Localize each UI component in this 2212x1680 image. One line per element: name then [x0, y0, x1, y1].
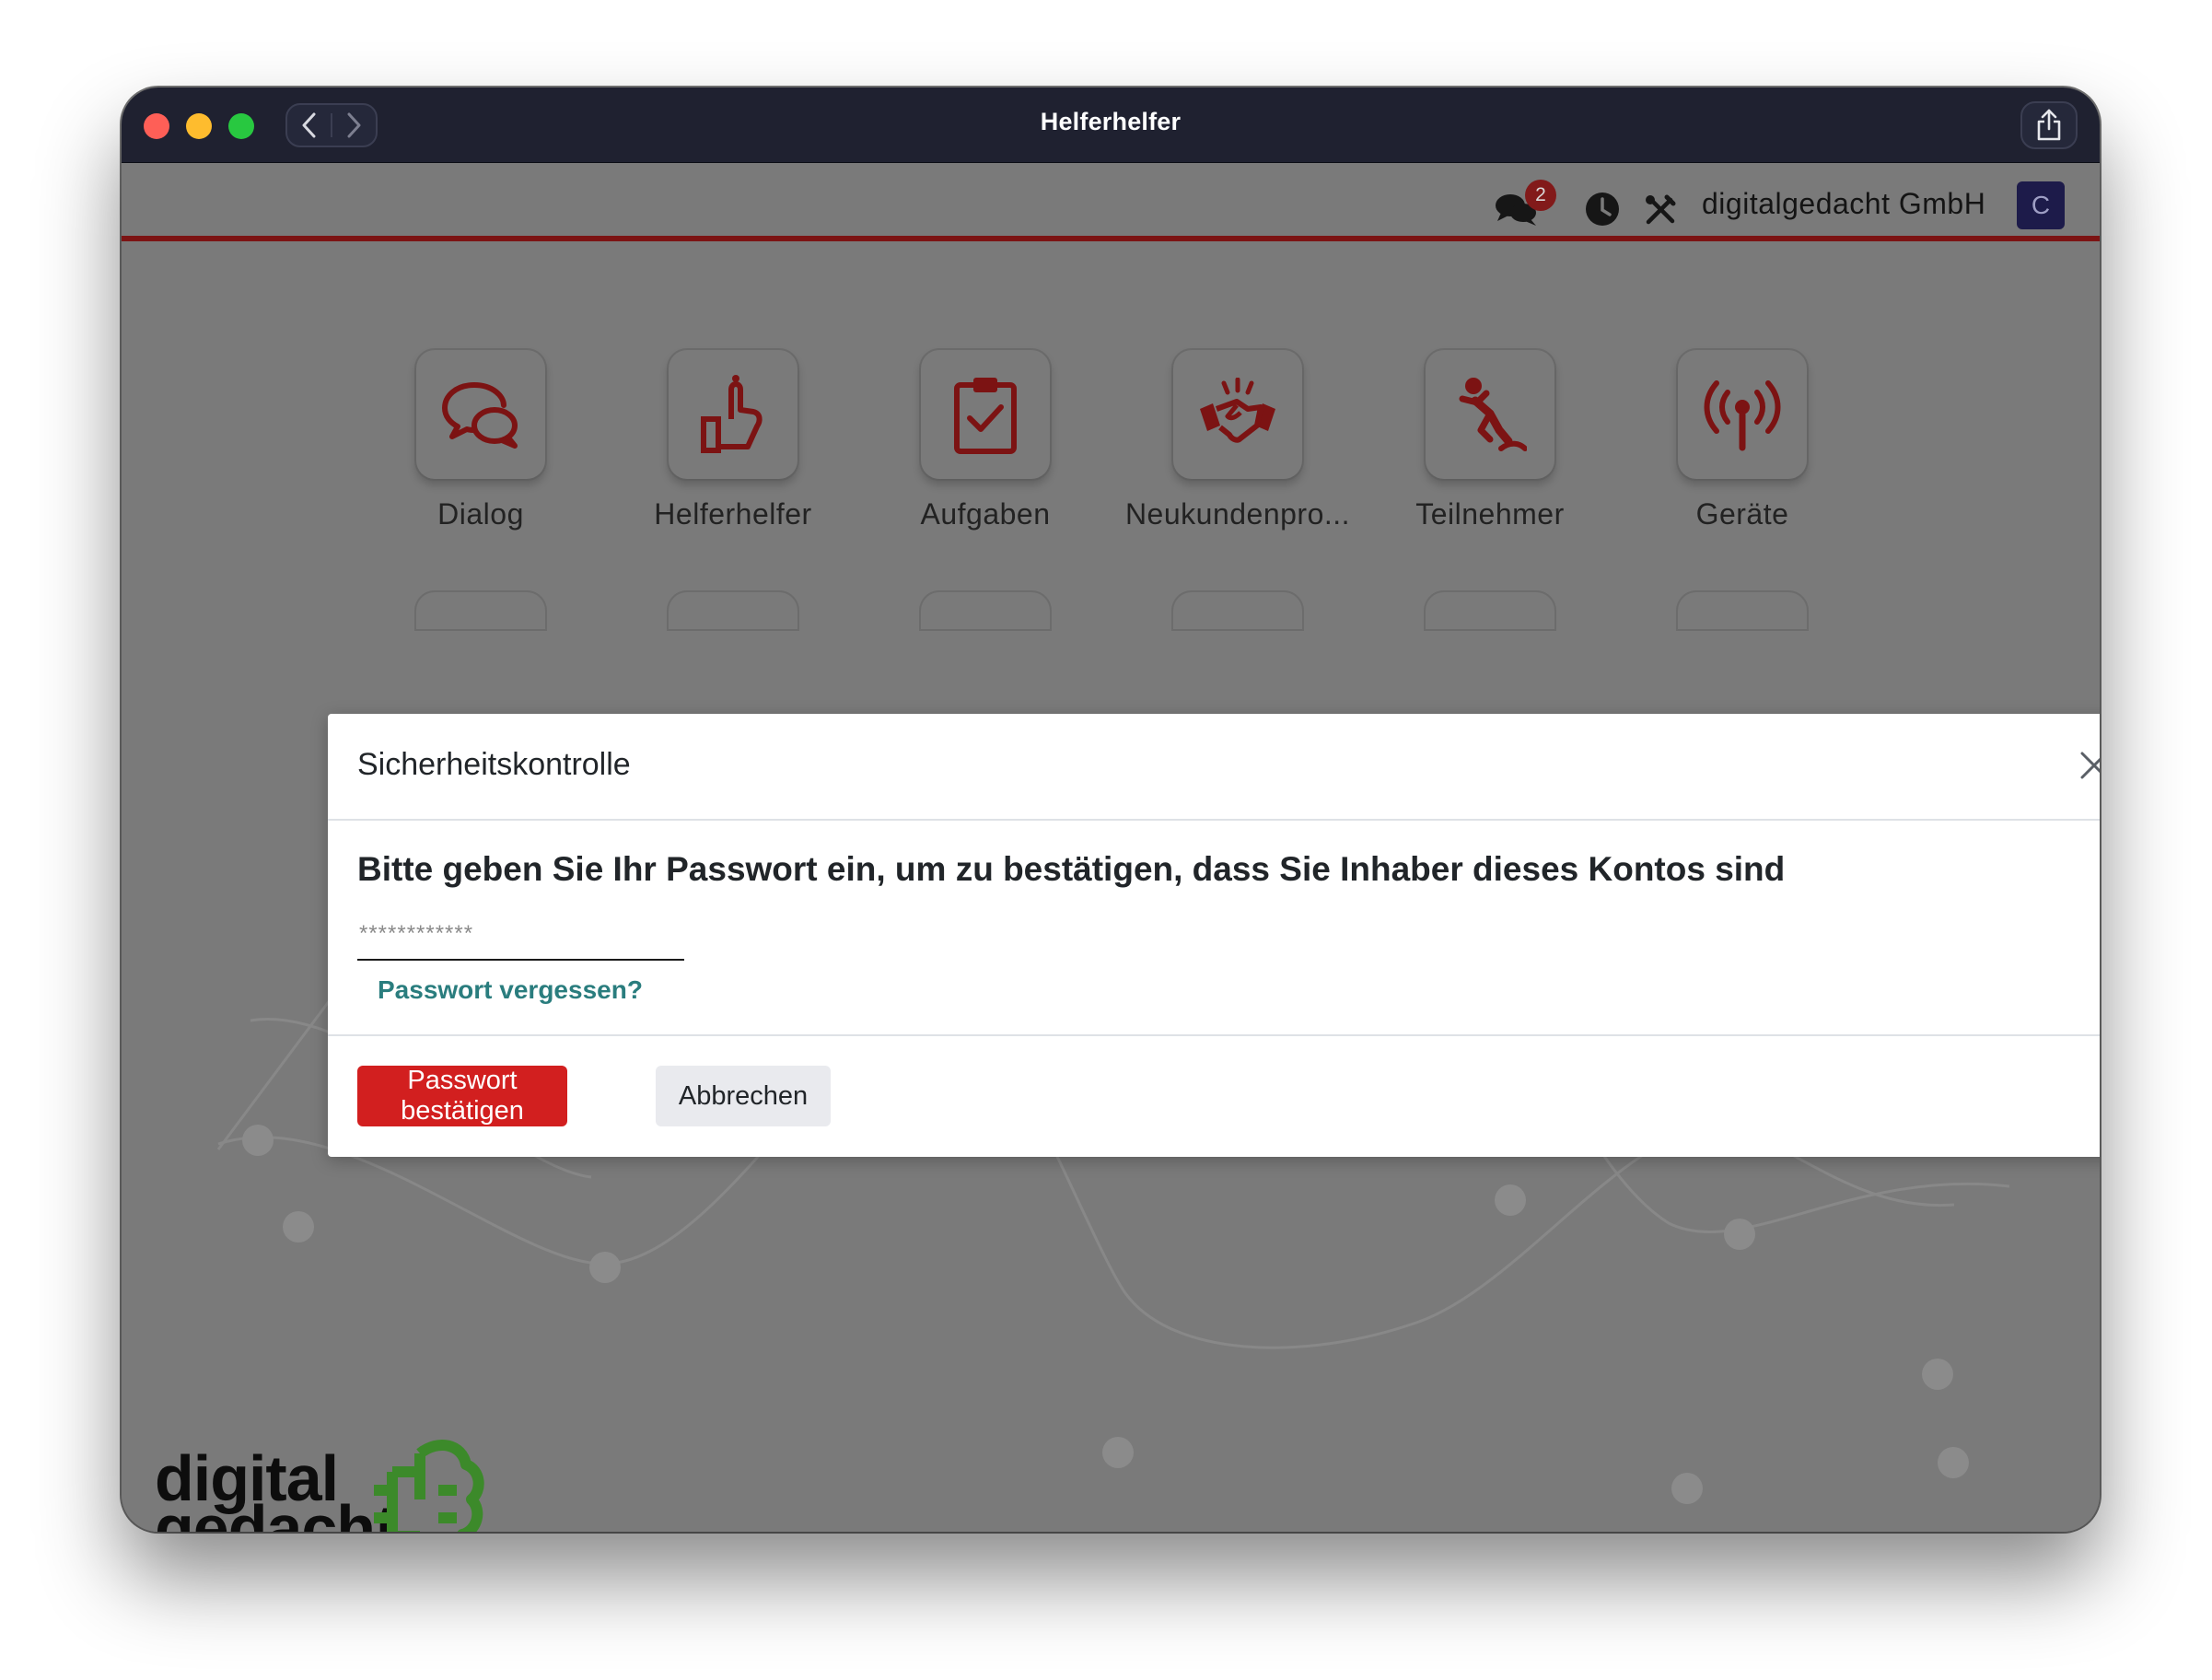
clipboard-check-icon [954, 378, 1017, 454]
company-name[interactable]: digitalgedacht GmbH [1702, 187, 1985, 221]
user-avatar[interactable]: C [2017, 181, 2065, 229]
app-tile-helferhelfer[interactable]: Helferhelfer [606, 350, 860, 531]
forgot-password-link[interactable]: Passwort vergessen? [378, 975, 643, 1005]
app-tile-partial[interactable] [416, 592, 545, 629]
browser-window: Helferhelfer 2 digitalgedacht GmbH C Dia… [122, 88, 2100, 1532]
handshake-icon [1200, 378, 1275, 443]
app-tile-teilnehmer[interactable]: Teilnehmer [1363, 350, 1617, 531]
helping-hand-icon [701, 375, 763, 453]
app-tile-label: Aufgaben [920, 497, 1051, 531]
app-tile-partial[interactable] [1173, 592, 1302, 629]
tools-icon [1646, 194, 1676, 225]
modal-title: Sicherheitskontrolle [357, 747, 631, 782]
tools-button[interactable] [1643, 192, 1678, 228]
chat-badge: 2 [1525, 180, 1556, 211]
modal-footer: Passwort bestätigen Abbrechen [328, 1034, 2100, 1157]
window-title: Helferhelfer [1040, 108, 1182, 135]
app-tile-label: Helferhelfer [654, 497, 812, 531]
broadcast-antenna-icon [1704, 380, 1781, 451]
app-tile-label: Teilnehmer [1415, 497, 1565, 531]
cancel-button[interactable]: Abbrechen [656, 1066, 831, 1126]
app-tile-neukundenprozess[interactable]: Neukundenpro... [1111, 350, 1365, 531]
chat-bubbles-icon [442, 382, 518, 449]
close-icon [2080, 752, 2100, 779]
modal-prompt: Bitte geben Sie Ihr Passwort ein, um zu … [357, 850, 1786, 888]
title-bar: Helferhelfer [122, 88, 2100, 163]
app-tile-label: Dialog [437, 497, 524, 531]
modal-close-button[interactable] [2076, 747, 2100, 784]
app-tile-partial[interactable] [669, 592, 797, 629]
app-tile-partial[interactable] [1678, 592, 1807, 629]
share-button[interactable] [2020, 101, 2078, 149]
share-icon [2037, 109, 2061, 141]
app-tile-partial[interactable] [921, 592, 1050, 629]
app-tile-dialog[interactable]: Dialog [354, 350, 608, 531]
app-tile-label: Geräte [1695, 497, 1789, 531]
brain-circuit-icon [374, 1440, 484, 1532]
app-tile-geraete[interactable]: Geräte [1615, 350, 1869, 531]
person-falling-icon [1459, 378, 1527, 451]
history-button[interactable] [1584, 191, 1621, 228]
confirm-password-button[interactable]: Passwort bestätigen [357, 1066, 567, 1126]
app-tile-label: Neukundenpro... [1124, 497, 1351, 531]
modal-header: Sicherheitskontrolle [328, 714, 2100, 821]
digitalgedacht-logo: digital gedacht [155, 1435, 505, 1532]
app-header: 2 digitalgedacht GmbH C [122, 163, 2100, 241]
security-modal: Sicherheitskontrolle Bitte geben Sie Ihr… [328, 714, 2100, 1157]
clock-icon [1586, 192, 1619, 226]
app-tile-partial[interactable] [1426, 592, 1554, 629]
app-tile-aufgaben[interactable]: Aufgaben [858, 350, 1112, 531]
password-input[interactable] [357, 909, 684, 961]
